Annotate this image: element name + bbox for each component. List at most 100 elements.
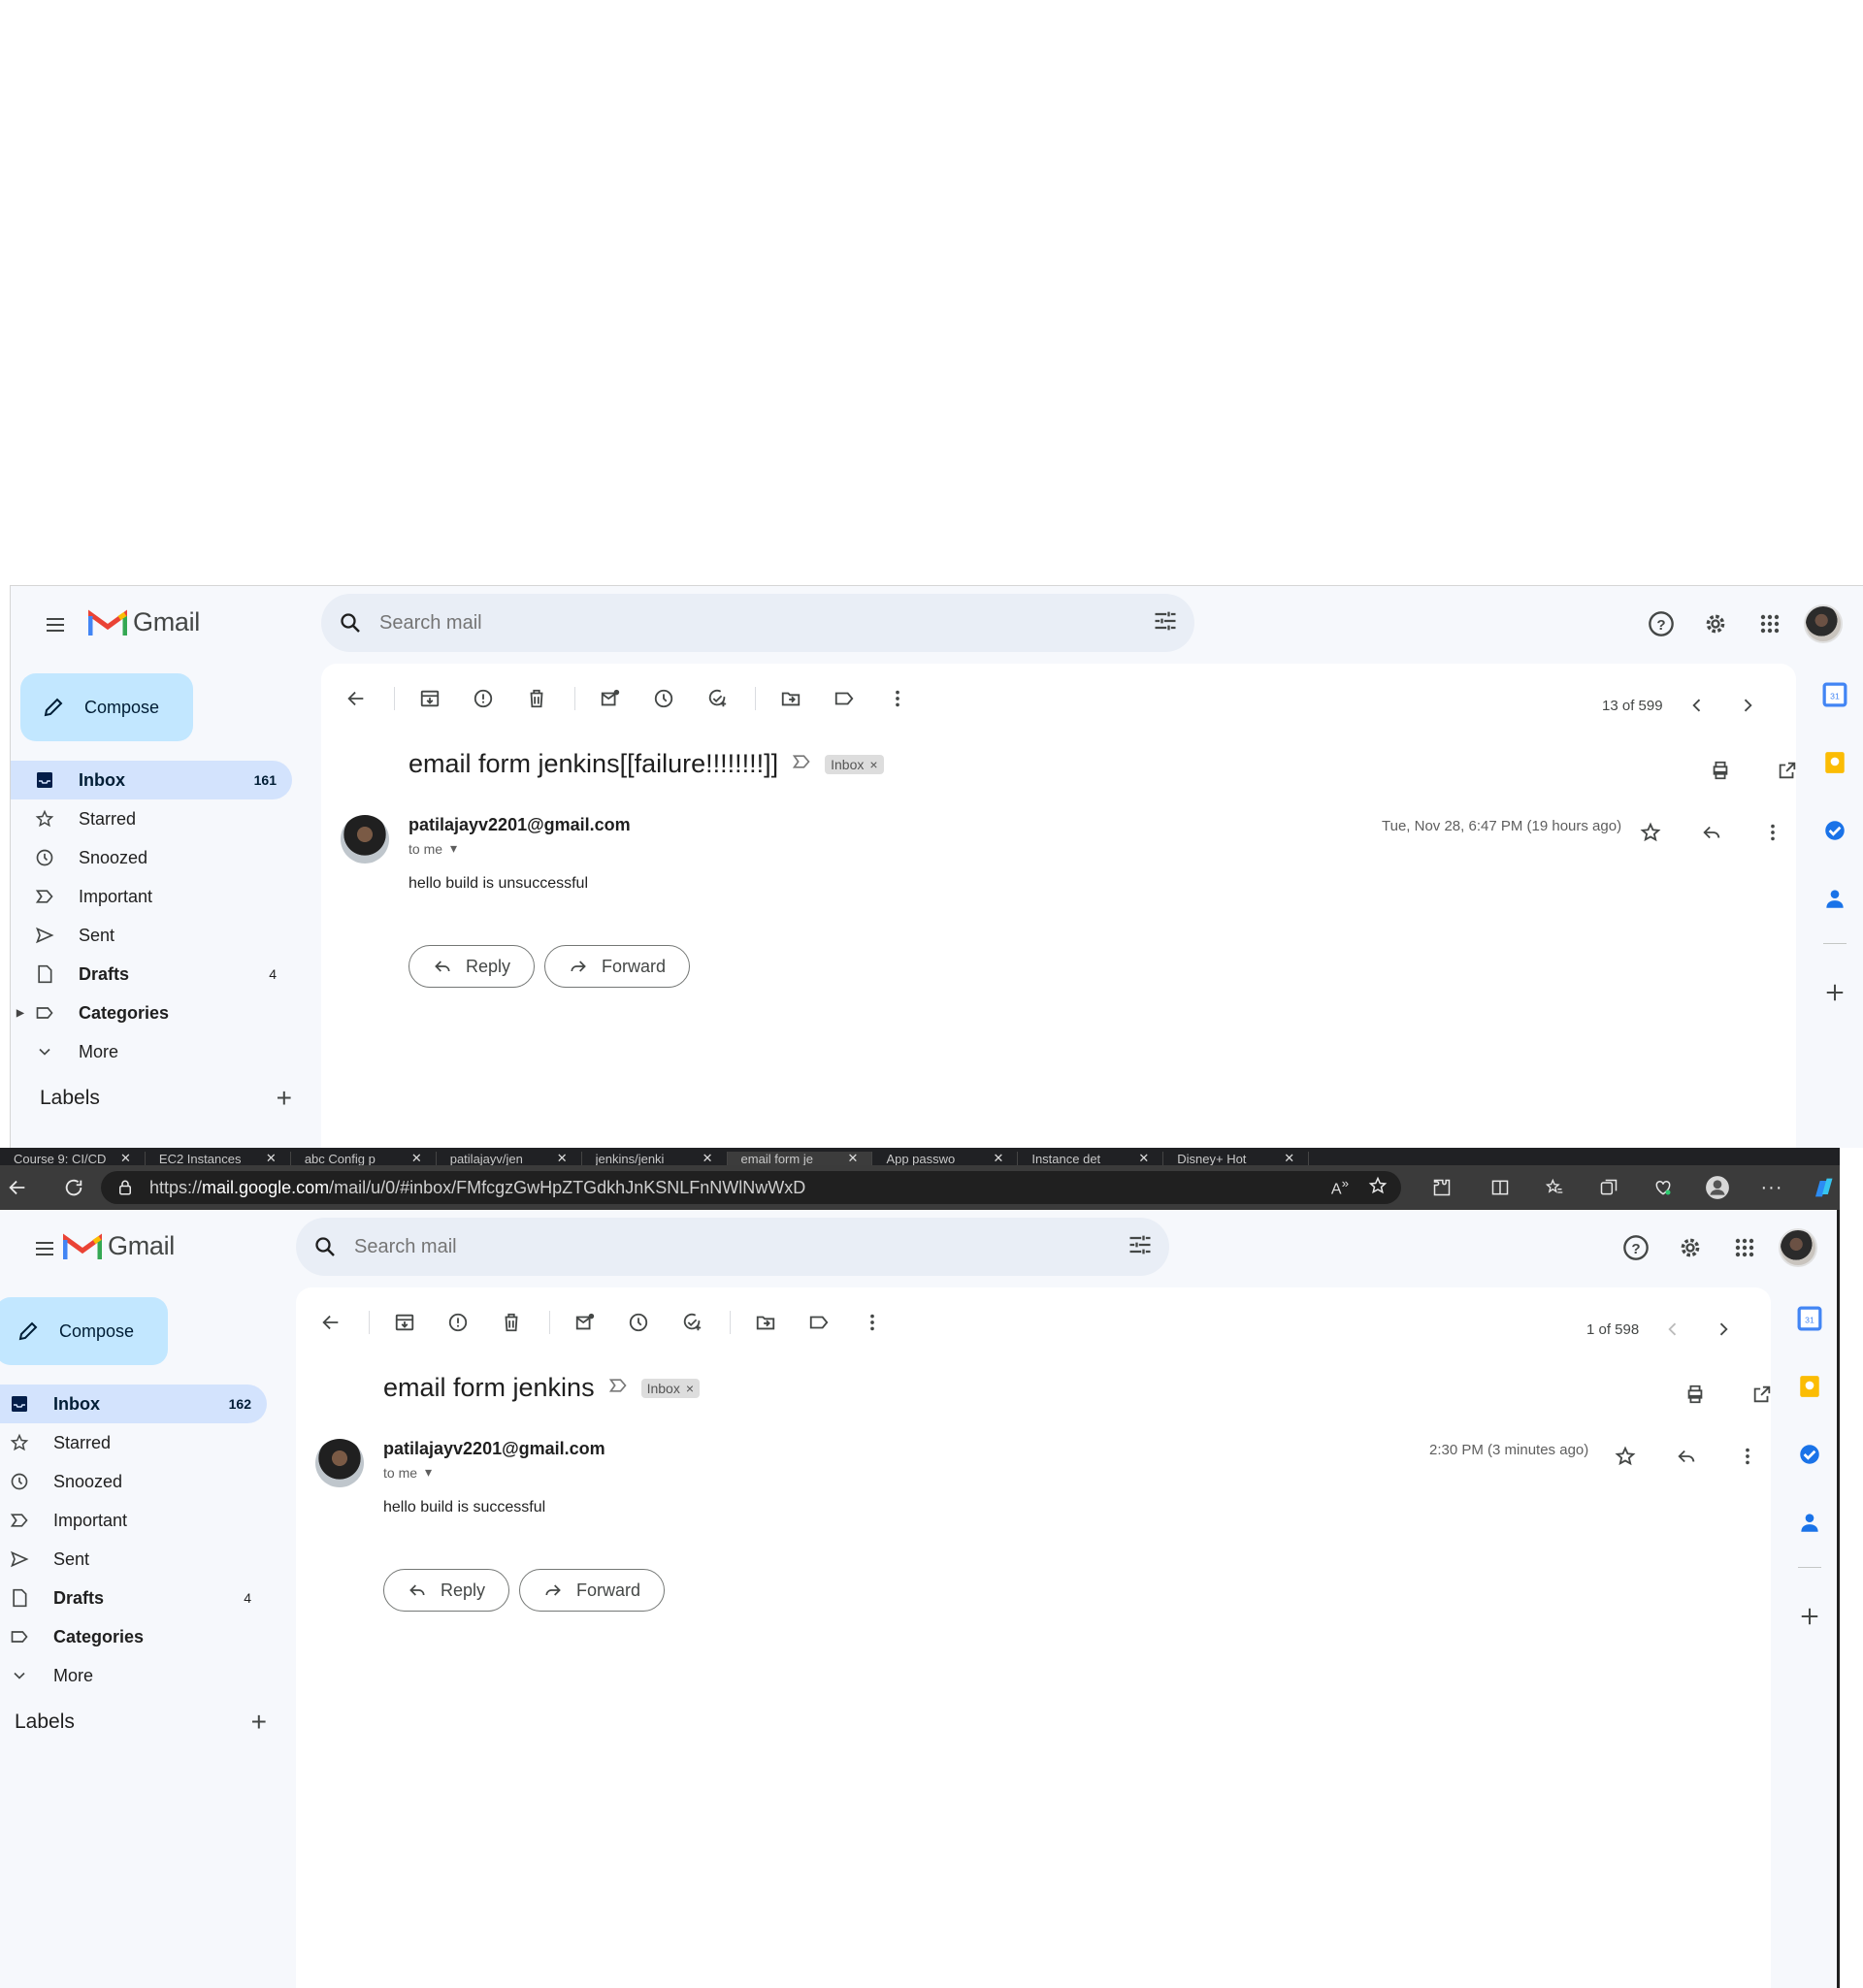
close-icon[interactable]: ✕	[266, 1152, 277, 1165]
delete-trash-icon[interactable]	[490, 1301, 533, 1344]
search-bar[interactable]	[321, 594, 1194, 652]
reply-button[interactable]: Reply	[409, 945, 536, 988]
calendar-icon[interactable]: 31	[1790, 1299, 1829, 1338]
favorites-icon[interactable]	[1537, 1170, 1572, 1205]
url-text[interactable]: https://mail.google.com/mail/u/0/#inbox/…	[149, 1178, 805, 1198]
move-to-folder-icon[interactable]	[744, 1301, 787, 1344]
star-icon[interactable]	[1604, 1435, 1647, 1478]
mark-unread-icon[interactable]	[589, 677, 632, 720]
browser-tab[interactable]: Instance det ✕	[1018, 1152, 1164, 1165]
search-options-icon[interactable]	[1152, 607, 1179, 639]
add-label-icon[interactable]: +	[277, 1083, 292, 1114]
more-vert-icon[interactable]	[1726, 1435, 1769, 1478]
sidebar-item-categories[interactable]: ▶Categories	[0, 1617, 267, 1656]
sidebar-item-inbox[interactable]: Inbox 161	[11, 761, 292, 799]
settings-gear-icon[interactable]	[1695, 603, 1736, 644]
chevron-right-icon[interactable]	[1731, 689, 1764, 722]
browser-essentials-icon[interactable]	[1646, 1170, 1681, 1205]
back-arrow-icon[interactable]	[310, 1301, 352, 1344]
sender-email[interactable]: patilajayv2201@gmail.com	[383, 1439, 605, 1459]
contacts-icon[interactable]	[1790, 1503, 1829, 1542]
profile-icon[interactable]	[1700, 1170, 1735, 1205]
close-icon[interactable]: ✕	[411, 1152, 422, 1165]
browser-back-icon[interactable]	[0, 1170, 35, 1205]
add-addon-icon[interactable]	[1815, 973, 1854, 1012]
add-task-icon[interactable]	[670, 1301, 713, 1344]
favorite-star-icon[interactable]	[1368, 1176, 1388, 1200]
reply-button[interactable]: Reply	[383, 1569, 510, 1612]
account-avatar[interactable]	[1804, 604, 1843, 643]
sidebar-item-more[interactable]: More	[11, 1032, 292, 1071]
chevron-left-icon[interactable]	[1656, 1313, 1689, 1346]
search-input[interactable]	[379, 611, 1097, 635]
sender-email[interactable]: patilajayv2201@gmail.com	[409, 815, 631, 835]
read-aloud-icon[interactable]: A»	[1331, 1176, 1349, 1198]
tasks-icon[interactable]	[1815, 811, 1854, 850]
browser-tab[interactable]: Course 9: CI/CD ✕	[0, 1152, 146, 1165]
help-icon[interactable]: ?	[1616, 1227, 1656, 1268]
sidebar-item-snoozed[interactable]: Snoozed	[0, 1462, 267, 1501]
close-icon[interactable]: ✕	[1284, 1152, 1294, 1165]
more-vert-icon[interactable]	[851, 1301, 894, 1344]
search-bar[interactable]	[296, 1218, 1169, 1276]
label-tag-icon[interactable]	[823, 677, 866, 720]
more-vert-icon[interactable]	[1751, 811, 1794, 854]
browser-tab[interactable]: abc Config p ✕	[291, 1152, 437, 1165]
recipient-details[interactable]: to me ▾	[383, 1464, 432, 1481]
more-vert-icon[interactable]	[876, 677, 919, 720]
settings-gear-icon[interactable]	[1670, 1227, 1711, 1268]
search-icon[interactable]	[296, 1218, 354, 1276]
remove-label-icon[interactable]: ×	[686, 1381, 694, 1396]
gmail-logo[interactable]: Gmail	[63, 1231, 175, 1261]
important-marker-icon[interactable]	[608, 1376, 628, 1400]
reply-arrow-icon[interactable]	[1665, 1435, 1708, 1478]
sidebar-item-snoozed[interactable]: Snoozed	[11, 838, 292, 877]
copilot-icon[interactable]	[1805, 1170, 1840, 1205]
reply-arrow-icon[interactable]	[1690, 811, 1733, 854]
main-menu-button[interactable]	[21, 1225, 68, 1272]
open-in-new-window-icon[interactable]	[1741, 1373, 1783, 1416]
help-icon[interactable]: ?	[1641, 603, 1682, 644]
contacts-icon[interactable]	[1815, 879, 1854, 918]
settings-more-icon[interactable]: ···	[1754, 1170, 1789, 1205]
browser-tab[interactable]: Disney+ Hot ✕	[1163, 1152, 1310, 1165]
close-icon[interactable]: ✕	[848, 1152, 859, 1165]
apps-grid-icon[interactable]	[1724, 1227, 1765, 1268]
sidebar-item-starred[interactable]: Starred	[11, 799, 292, 838]
sidebar-item-sent[interactable]: Sent	[11, 916, 292, 955]
add-task-icon[interactable]	[696, 677, 738, 720]
tasks-icon[interactable]	[1790, 1435, 1829, 1474]
sidebar-item-drafts[interactable]: Drafts 4	[0, 1579, 267, 1617]
main-menu-button[interactable]	[32, 602, 79, 648]
close-icon[interactable]: ✕	[993, 1152, 1003, 1165]
browser-tab[interactable]: jenkins/jenki ✕	[582, 1152, 728, 1165]
sidebar-item-starred[interactable]: Starred	[0, 1423, 267, 1462]
print-icon[interactable]	[1699, 749, 1742, 792]
gmail-logo[interactable]: Gmail	[88, 607, 200, 637]
star-icon[interactable]	[1629, 811, 1672, 854]
report-spam-icon[interactable]	[462, 677, 505, 720]
search-input[interactable]	[354, 1235, 1072, 1258]
archive-icon[interactable]	[409, 677, 451, 720]
important-marker-icon[interactable]	[792, 752, 811, 776]
sender-avatar[interactable]	[315, 1439, 364, 1487]
keep-icon[interactable]	[1790, 1367, 1829, 1406]
forward-button[interactable]: Forward	[544, 945, 691, 988]
sidebar-item-important[interactable]: Important	[0, 1501, 267, 1540]
expand-caret-icon[interactable]: ▶	[16, 1008, 24, 1019]
close-icon[interactable]: ✕	[557, 1152, 568, 1165]
chevron-right-icon[interactable]	[1707, 1313, 1740, 1346]
back-arrow-icon[interactable]	[335, 677, 377, 720]
account-avatar[interactable]	[1779, 1228, 1817, 1267]
browser-tab[interactable]: patilajayv/jen ✕	[437, 1152, 582, 1165]
extensions-icon[interactable]	[1424, 1170, 1459, 1205]
sidebar-item-important[interactable]: Important	[11, 877, 292, 916]
mark-unread-icon[interactable]	[564, 1301, 606, 1344]
print-icon[interactable]	[1674, 1373, 1716, 1416]
browser-tab[interactable]: App passwo ✕	[872, 1152, 1019, 1165]
browser-tab-active[interactable]: email form je ✕	[727, 1152, 873, 1165]
forward-button[interactable]: Forward	[519, 1569, 666, 1612]
lock-icon[interactable]	[116, 1179, 134, 1196]
search-icon[interactable]	[321, 594, 379, 652]
label-tag-icon[interactable]	[798, 1301, 840, 1344]
